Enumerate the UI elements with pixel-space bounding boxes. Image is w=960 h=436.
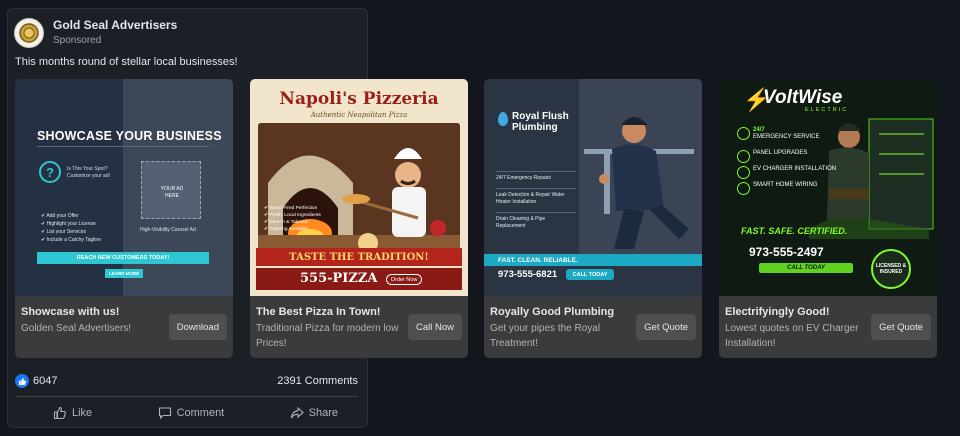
pizzeria-name: Napoli's Pizzeria bbox=[279, 89, 439, 109]
share-label: Share bbox=[308, 407, 338, 419]
advertiser-name[interactable]: Gold Seal Advertisers bbox=[53, 18, 177, 32]
card-title[interactable]: Royally Good Plumbing bbox=[490, 306, 640, 318]
tradition-banner: TASTE THE TRADITION! bbox=[256, 248, 462, 266]
carousel-card[interactable]: Royal Flush Plumbing 24/7 Emergency Repa… bbox=[484, 79, 702, 358]
download-button[interactable]: Download bbox=[168, 314, 227, 340]
carousel-card[interactable]: SHOWCASE YOUR BUSINESS ? Is This Your Sp… bbox=[15, 79, 233, 358]
question-icon: ? bbox=[39, 161, 61, 183]
card-image[interactable]: Royal Flush Plumbing 24/7 Emergency Repa… bbox=[484, 79, 702, 296]
image-divider bbox=[37, 146, 209, 147]
reach-banner: REACH NEW CUSTOMERS TODAY! bbox=[37, 252, 209, 264]
electric-slogan: FAST. SAFE. CERTIFIED. bbox=[741, 226, 848, 236]
plumbing-services: 24/7 Emergency Repairs Leak Detection & … bbox=[496, 171, 576, 236]
comment-label: Comment bbox=[176, 407, 225, 419]
card-image[interactable]: ⚡ VoltWise ELECTRIC 24/7 EMERGENCY SERVIC… bbox=[719, 79, 937, 296]
post-caption: This months round of stellar local busin… bbox=[15, 56, 238, 68]
card-subtitle: Get your pipes the Royal Treatment! bbox=[490, 323, 601, 349]
like-button[interactable]: Like bbox=[53, 403, 92, 423]
carousel-card[interactable]: Napoli's Pizzeria Authentic Neapolitan P… bbox=[250, 79, 468, 358]
card-subtitle: Lowest quotes on EV Charger Installation… bbox=[725, 323, 859, 349]
card-image[interactable]: SHOWCASE YOUR BUSINESS ? Is This Your Sp… bbox=[15, 79, 233, 296]
learn-more-badge: LEARN MORE bbox=[105, 269, 143, 278]
carousel-card[interactable]: ⚡ VoltWise ELECTRIC 24/7 EMERGENCY SERVIC… bbox=[719, 79, 937, 358]
get-quote-button[interactable]: Get Quote bbox=[636, 314, 696, 340]
card-title[interactable]: The Best Pizza In Town! bbox=[256, 306, 406, 318]
licensed-badge: LICENSED & INSURED bbox=[871, 249, 911, 289]
visibility-text: High-Visibility Carosel Ad bbox=[140, 227, 196, 233]
voltwise-sub: ELECTRIC bbox=[805, 107, 849, 113]
comments-count[interactable]: 2391 Comments bbox=[277, 375, 358, 387]
plumbing-band: FAST. CLEAN. RELIABLE. bbox=[484, 254, 702, 266]
comment-button[interactable]: Comment bbox=[158, 403, 225, 423]
reactions-summary[interactable]: 6047 bbox=[15, 374, 57, 388]
image-bullets: ✔ Add your Offer ✔ Highlight your Licens… bbox=[41, 213, 101, 243]
plumbing-phone: 973-555-6821 bbox=[498, 269, 558, 280]
call-today-badge: CALL TODAY bbox=[759, 263, 853, 273]
share-icon bbox=[290, 406, 304, 419]
pizza-features: ✔ Wood-Fired Perfection ✔ Fresh, Local I… bbox=[264, 206, 321, 232]
share-button[interactable]: Share bbox=[290, 403, 338, 423]
electric-services: 24/7 EMERGENCY SERVICE PANEL UPGRADES EV … bbox=[737, 127, 836, 198]
call-now-button[interactable]: Call Now bbox=[407, 314, 462, 340]
card-title[interactable]: Electrifyingly Good! bbox=[725, 306, 875, 318]
sponsored-label: Sponsored bbox=[53, 35, 102, 46]
water-drop-icon bbox=[498, 112, 508, 126]
pizza-oven-scene bbox=[258, 123, 460, 263]
like-icon bbox=[53, 406, 66, 420]
get-quote-button[interactable]: Get Quote bbox=[871, 314, 931, 340]
call-today-badge: CALL TODAY bbox=[566, 269, 614, 280]
like-label: Like bbox=[72, 407, 93, 419]
image-headline: SHOWCASE YOUR BUSINESS bbox=[37, 129, 222, 143]
card-title[interactable]: Showcase with us! bbox=[21, 306, 171, 318]
post-actions: Like Comment Share bbox=[15, 403, 358, 423]
chef-illustration bbox=[258, 123, 460, 263]
card-image[interactable]: Napoli's Pizzeria Authentic Neapolitan P… bbox=[250, 79, 468, 296]
spot-text: Is This Your Spot? Customize your ad! bbox=[67, 166, 111, 179]
order-now-badge: Order Now bbox=[386, 274, 422, 285]
ad-placeholder-box: YOUR AD HERE bbox=[141, 161, 201, 219]
action-divider bbox=[15, 396, 358, 397]
reactions-count: 6047 bbox=[33, 375, 58, 387]
voltwise-brand: VoltWise bbox=[763, 87, 843, 108]
card-subtitle: Traditional Pizza for modern low Prices! bbox=[256, 323, 399, 349]
electric-phone: 973-555-2497 bbox=[749, 245, 824, 259]
pizzeria-tagline: Authentic Neapolitan Pizza bbox=[310, 111, 408, 119]
pizza-phone: 555-PIZZA bbox=[300, 271, 378, 286]
thumbs-up-icon bbox=[15, 374, 29, 388]
gold-seal-icon bbox=[19, 23, 39, 43]
advertiser-avatar[interactable] bbox=[14, 18, 44, 48]
comment-icon bbox=[158, 407, 171, 420]
card-subtitle: Golden Seal Advertisers! bbox=[21, 323, 132, 334]
plumbing-brand: Royal Flush Plumbing bbox=[512, 111, 569, 133]
